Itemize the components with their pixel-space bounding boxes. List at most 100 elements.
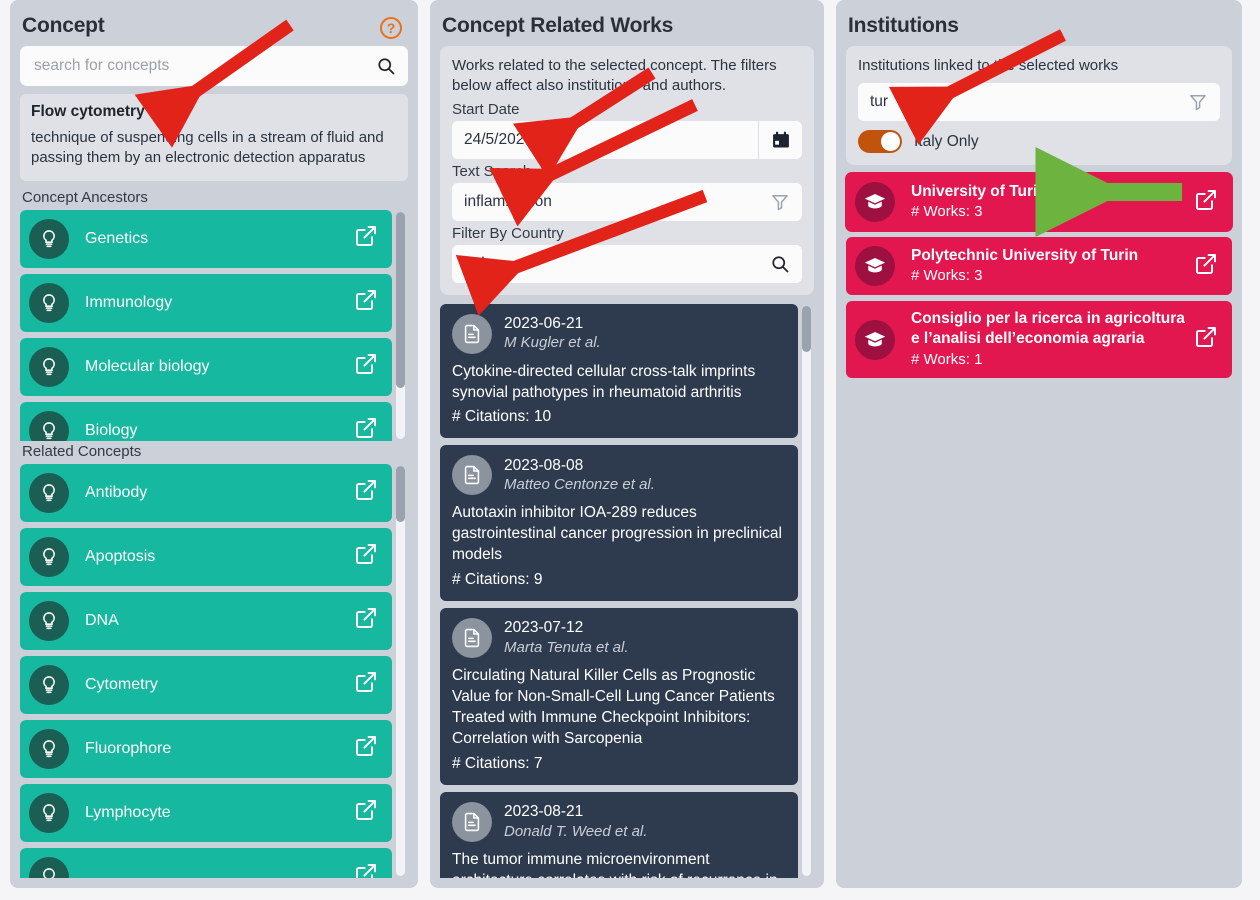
institutions-description: Institutions linked to the selected work… xyxy=(858,57,1119,74)
lightbulb-icon xyxy=(29,472,69,513)
concept-chip[interactable]: DNA xyxy=(20,591,392,650)
ancestors-scrollbar-thumb[interactable] xyxy=(396,211,405,388)
concept-chip-label: Molecular biology xyxy=(85,357,210,375)
concept-chip[interactable] xyxy=(20,847,392,878)
concept-chip[interactable]: Genetics xyxy=(20,209,392,268)
concept-chip[interactable]: Apoptosis xyxy=(20,527,392,586)
concept-chip[interactable]: Antibody xyxy=(20,463,392,522)
concept-chip-label: Antibody xyxy=(85,483,148,501)
institution-name: Consiglio per la ricerca in agricoltura … xyxy=(911,310,1185,348)
institution-card[interactable]: Consiglio per la ricerca in agricoltura … xyxy=(846,301,1232,378)
work-citations: # Citations: 7 xyxy=(452,754,543,772)
related-scrollbar-track[interactable] xyxy=(396,465,405,876)
external-link-icon[interactable] xyxy=(1194,325,1218,354)
external-link-icon[interactable] xyxy=(354,288,378,317)
works-scrollbar-thumb[interactable] xyxy=(802,305,811,352)
external-link-icon[interactable] xyxy=(354,352,378,381)
concept-search-box[interactable] xyxy=(20,46,408,86)
works-panel-title: Concept Related Works xyxy=(442,14,674,37)
work-card-header: 2023-06-21 M Kugler et al. xyxy=(452,313,786,354)
institutions-panel-title: Institutions xyxy=(848,14,959,37)
external-link-icon[interactable] xyxy=(354,862,378,878)
graduation-cap-icon xyxy=(855,319,895,360)
concept-chip-label: Apoptosis xyxy=(85,547,156,565)
concept-chip[interactable]: Cytometry xyxy=(20,655,392,714)
work-meta: 2023-06-21 M Kugler et al. xyxy=(504,314,601,353)
concept-chip[interactable]: Immunology xyxy=(20,273,392,332)
works-filter-card: Works related to the selected concept. T… xyxy=(440,46,814,295)
lightbulb-icon xyxy=(29,536,69,577)
external-link-icon[interactable] xyxy=(354,606,378,635)
ancestors-scrollbar-track[interactable] xyxy=(396,211,405,439)
selected-concept-description: technique of suspending cells in a strea… xyxy=(31,129,384,167)
selected-concept-card[interactable]: Flow cytometry technique of suspending c… xyxy=(20,94,408,181)
start-date-field[interactable] xyxy=(452,120,802,159)
external-link-icon[interactable] xyxy=(354,478,378,507)
external-link-icon[interactable] xyxy=(354,798,378,827)
lightbulb-icon xyxy=(29,282,69,323)
search-icon[interactable] xyxy=(758,245,802,283)
selected-concept-name: Flow cytometry xyxy=(31,103,145,120)
institutions-list: University of Turin # Works: 3 Polytechnic… xyxy=(846,173,1232,378)
work-authors: M Kugler et al. xyxy=(504,334,601,352)
external-link-icon[interactable] xyxy=(1194,188,1218,217)
text-search-input[interactable] xyxy=(452,192,758,211)
institution-card[interactable]: University of Turin # Works: 3 xyxy=(846,173,1232,232)
toggle-knob xyxy=(881,132,900,152)
external-link-icon[interactable] xyxy=(1194,252,1218,281)
related-scrollbar-thumb[interactable] xyxy=(396,465,405,522)
institution-works-count: # Works: 3 xyxy=(911,203,983,221)
concept-chip[interactable]: Biology xyxy=(20,401,392,441)
external-link-icon[interactable] xyxy=(354,224,378,253)
work-meta: 2023-07-12 Marta Tenuta et al. xyxy=(504,618,629,657)
work-card[interactable]: 2023-08-21 Donald T. Weed et al. The tumor… xyxy=(440,791,798,878)
filter-funnel-icon[interactable] xyxy=(1176,83,1220,121)
work-meta: 2023-08-08 Matteo Centonze et al. xyxy=(504,456,655,495)
lightbulb-icon xyxy=(29,664,69,705)
concept-chip[interactable]: Lymphocyte xyxy=(20,783,392,842)
external-link-icon[interactable] xyxy=(354,542,378,571)
lightbulb-icon xyxy=(29,218,69,259)
lightbulb-icon xyxy=(29,410,69,441)
lightbulb-icon xyxy=(29,600,69,641)
calendar-icon[interactable] xyxy=(758,120,802,159)
search-input[interactable] xyxy=(32,56,376,76)
italy-only-toggle-row: Italy Only xyxy=(858,130,1220,154)
question-circle-icon[interactable]: ? xyxy=(380,17,402,39)
works-scrollbar-track[interactable] xyxy=(802,305,811,876)
work-card[interactable]: 2023-06-21 M Kugler et al. Cytokine-direct… xyxy=(440,303,798,438)
concept-chip[interactable]: Molecular biology xyxy=(20,337,392,396)
work-date: 2023-07-12 xyxy=(504,619,584,637)
external-link-icon[interactable] xyxy=(354,734,378,763)
concept-chip-label: Cytometry xyxy=(85,675,158,693)
work-citations: # Citations: 10 xyxy=(452,407,552,425)
work-date: 2023-06-21 xyxy=(504,315,584,333)
work-authors: Donald T. Weed et al. xyxy=(504,822,648,840)
text-search-field[interactable] xyxy=(452,182,802,221)
institution-filter-field[interactable] xyxy=(858,83,1220,122)
country-filter-input[interactable] xyxy=(452,254,758,273)
work-card[interactable]: 2023-08-08 Matteo Centonze et al. Autotaxi… xyxy=(440,444,798,601)
work-title: Autotaxin inhibitor IOA-289 reduces gast… xyxy=(452,503,782,564)
institution-works-count: # Works: 1 xyxy=(911,350,983,368)
filter-funnel-icon[interactable] xyxy=(758,183,802,221)
country-filter-label: Filter By Country xyxy=(452,224,564,242)
works-panel: Concept Related Works Works related to t… xyxy=(430,0,824,888)
institution-filter-input[interactable] xyxy=(858,93,1176,112)
concept-chip[interactable]: Fluorophore xyxy=(20,719,392,778)
work-title: The tumor immune microenvironment archit… xyxy=(452,850,778,878)
graduation-cap-icon xyxy=(855,182,895,223)
external-link-icon[interactable] xyxy=(354,416,378,441)
start-date-input[interactable] xyxy=(452,130,758,149)
external-link-icon[interactable] xyxy=(354,670,378,699)
country-filter-field[interactable] xyxy=(452,244,802,283)
work-card-header: 2023-08-08 Matteo Centonze et al. xyxy=(452,454,786,495)
document-icon xyxy=(452,454,492,495)
italy-only-toggle[interactable] xyxy=(858,130,902,154)
institution-card[interactable]: Polytechnic University of Turin # Works: … xyxy=(846,237,1232,296)
concept-chip-label: Lymphocyte xyxy=(85,803,171,821)
search-icon[interactable] xyxy=(376,56,396,76)
concept-chip-label: Immunology xyxy=(85,293,173,311)
work-card[interactable]: 2023-07-12 Marta Tenuta et al. Circulating… xyxy=(440,607,798,785)
work-citations: # Citations: 9 xyxy=(452,570,543,588)
